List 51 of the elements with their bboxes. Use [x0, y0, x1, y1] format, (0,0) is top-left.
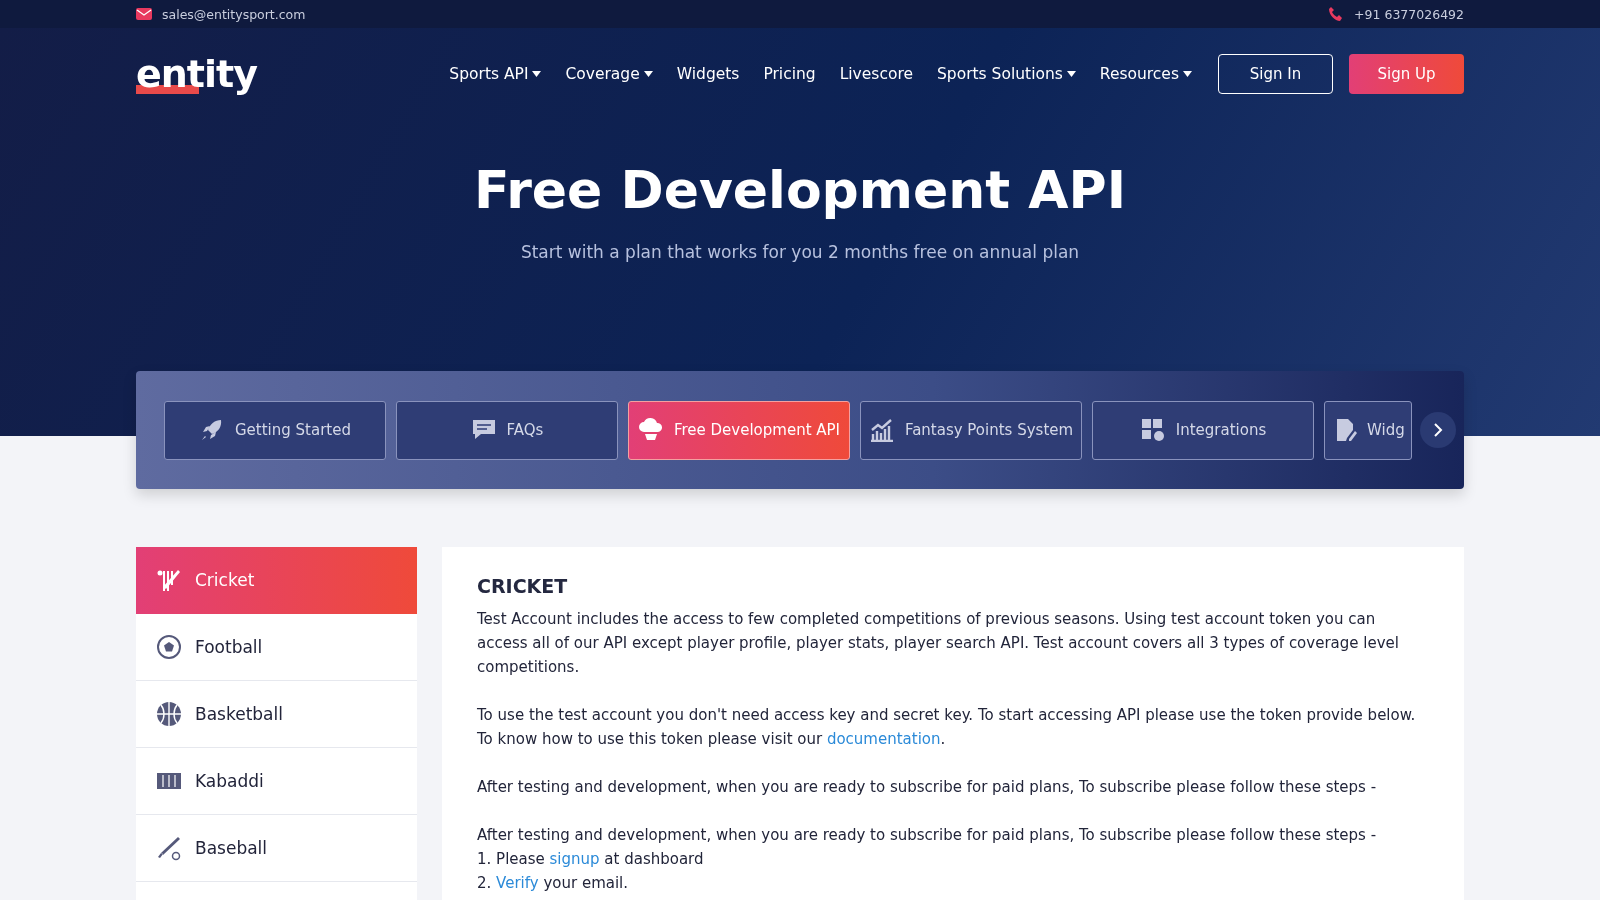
- tab[interactable]: Integrations: [1092, 400, 1314, 460]
- email-link[interactable]: sales@entitysport.com: [162, 6, 306, 22]
- nav-link[interactable]: Coverage: [565, 65, 653, 83]
- documentation-link[interactable]: documentation: [826, 730, 941, 748]
- caret-icon: [1066, 71, 1076, 77]
- caret-icon: [643, 71, 653, 77]
- document-edit-icon: [1335, 418, 1357, 442]
- paragraph: Test Account includes the access to few completed competitions of previous seasons. Using test account token you can access all of our API except player profile, player stats, player search API. Test account covers all 3 types of coverage level competitions.: [477, 609, 1400, 678]
- paragraph: To use the test account you don't need access key and secret key. To start accessing API please use the token provide below. To know how to use this token please visit our documentation.: [477, 705, 1417, 750]
- sport-menu-item[interactable]: Kabaddi: [136, 748, 417, 815]
- caret-icon: [532, 71, 542, 77]
- basketball-icon: [156, 701, 182, 727]
- tab[interactable]: Widg: [1324, 400, 1412, 460]
- phone-link[interactable]: +91 6377026492: [1354, 6, 1464, 22]
- football-icon: [156, 634, 182, 660]
- nav-link[interactable]: Resources: [1099, 65, 1192, 83]
- speech-bubble-icon: [470, 418, 497, 442]
- nav-link[interactable]: Sports API: [449, 65, 542, 83]
- court-icon: [156, 772, 182, 790]
- next-arrow-button[interactable]: [1420, 412, 1456, 448]
- baseball-bat-icon: [156, 835, 182, 861]
- section-heading: CRICKET: [477, 575, 569, 597]
- sport-menu-item[interactable]: Basketball: [136, 681, 417, 748]
- bar-chart-icon: [868, 418, 895, 442]
- sport-menu-item[interactable]: Baseball: [136, 815, 417, 882]
- nav-link[interactable]: Widgets: [676, 65, 740, 83]
- page-subtitle: Start with a plan that works for you 2 months free on annual plan: [519, 242, 1081, 262]
- tab[interactable]: Getting Started: [164, 400, 386, 460]
- sport-menu-item[interactable]: Cricket: [136, 547, 417, 614]
- paragraph: After testing and development, when you are ready to subscribe for paid plans, To subscribe please follow these steps -: [477, 825, 1378, 846]
- nav-link[interactable]: Sports Solutions: [937, 65, 1076, 83]
- nav-link[interactable]: Pricing: [763, 65, 816, 83]
- caret-icon: [1183, 71, 1192, 77]
- step-line: 2. Verify your email.: [477, 873, 630, 894]
- sport-menu-item[interactable]: Football: [136, 614, 417, 681]
- step-link[interactable]: signup: [549, 850, 600, 868]
- tab[interactable]: FAQs: [396, 400, 618, 460]
- sign-in-button[interactable]: Sign In: [1218, 54, 1333, 94]
- step-link[interactable]: Verify: [496, 874, 539, 892]
- phone-icon: [1328, 6, 1345, 22]
- nav-link[interactable]: Livescore: [839, 65, 913, 83]
- step-line: 1. Please signup at dashboard: [477, 849, 705, 870]
- chevron-right-icon: [1433, 423, 1443, 437]
- tab[interactable]: Free Development API: [628, 400, 850, 460]
- mail-icon: [136, 8, 152, 20]
- tab[interactable]: Fantasy Points System: [860, 400, 1082, 460]
- puzzle-icon: [1139, 417, 1166, 443]
- page-title: Free Development API: [473, 160, 1127, 220]
- cricket-bat-icon: [156, 567, 182, 593]
- sign-up-button[interactable]: Sign Up: [1349, 54, 1464, 94]
- paragraph: After testing and development, when you are ready to subscribe for paid plans, To subscribe please follow these steps -: [477, 777, 1378, 798]
